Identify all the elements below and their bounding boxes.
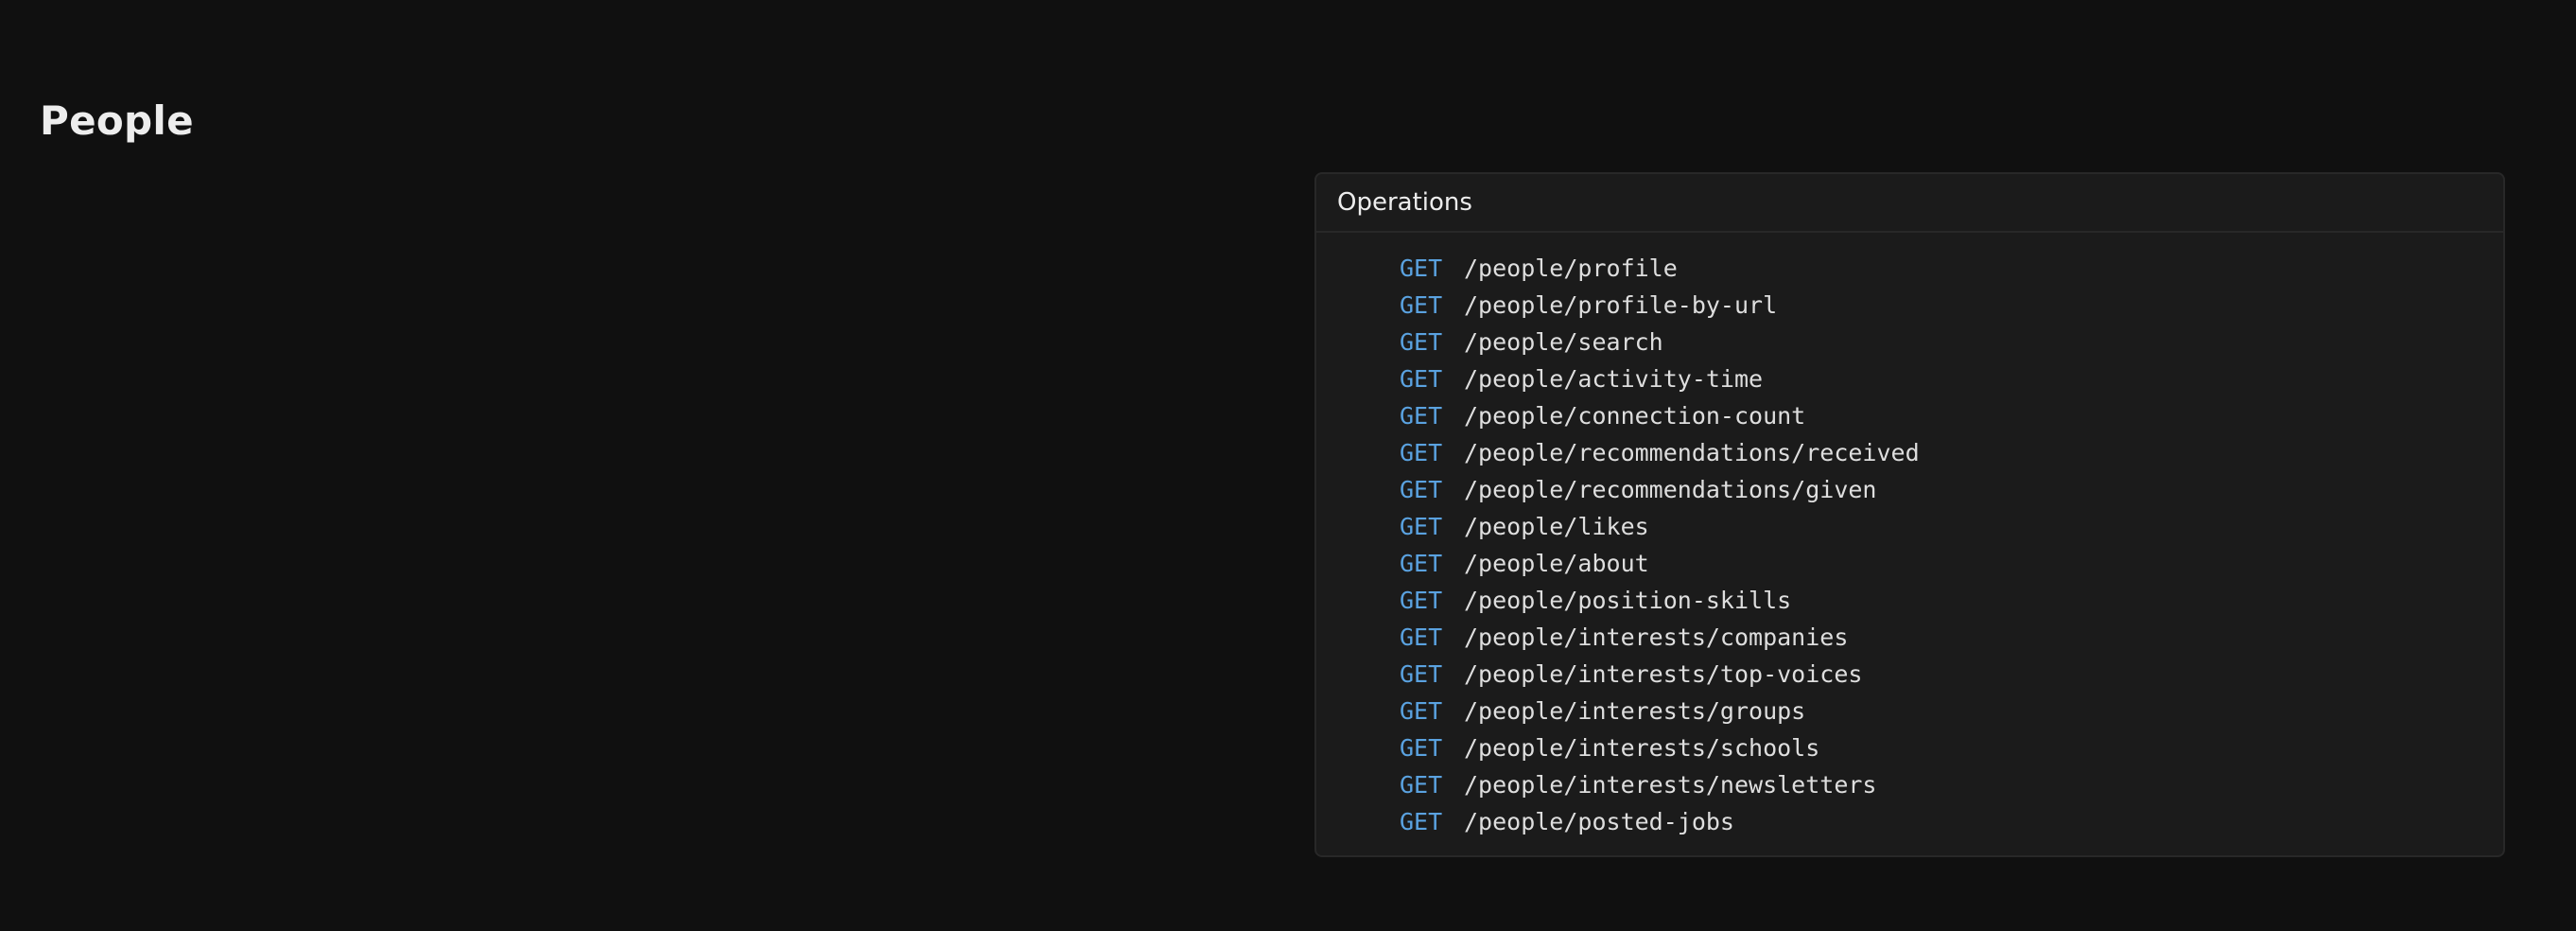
operations-panel: Operations GET/people/profile GET/people… [1314, 172, 2505, 857]
endpoint-path: /people/profile [1464, 255, 1678, 282]
endpoint-path: /people/activity-time [1464, 365, 1764, 393]
endpoint-path: /people/interests/schools [1464, 734, 1820, 762]
endpoint-path: /people/posted-jobs [1464, 808, 1734, 835]
page-title: People [40, 97, 194, 144]
http-method-label: GET [1400, 624, 1443, 651]
http-method-label: GET [1400, 291, 1443, 319]
endpoint-path: /people/profile-by-url [1464, 291, 1778, 319]
http-method-label: GET [1400, 550, 1443, 577]
http-method-label: GET [1400, 365, 1443, 393]
endpoint-path: /people/position-skills [1464, 587, 1792, 614]
http-method-label: GET [1400, 808, 1443, 835]
http-method-label: GET [1400, 734, 1443, 762]
operation-item[interactable]: GET/people/likes [1400, 508, 2503, 545]
http-method-label: GET [1400, 328, 1443, 356]
operation-item[interactable]: GET/people/interests/newsletters [1400, 766, 2503, 803]
http-method-label: GET [1400, 660, 1443, 688]
operation-item[interactable]: GET/people/activity-time [1400, 360, 2503, 397]
operation-item[interactable]: GET/people/interests/schools [1400, 729, 2503, 766]
operation-item[interactable]: GET/people/about [1400, 545, 2503, 582]
operation-item[interactable]: GET/people/profile-by-url [1400, 287, 2503, 324]
endpoint-path: /people/likes [1464, 513, 1649, 540]
operation-item[interactable]: GET/people/recommendations/received [1400, 434, 2503, 471]
operation-item[interactable]: GET/people/recommendations/given [1400, 471, 2503, 508]
http-method-label: GET [1400, 697, 1443, 725]
endpoint-path: /people/recommendations/given [1464, 476, 1877, 503]
endpoint-path: /people/search [1464, 328, 1663, 356]
operation-item[interactable]: GET/people/position-skills [1400, 582, 2503, 619]
endpoint-path: /people/interests/companies [1464, 624, 1849, 651]
endpoint-path: /people/interests/groups [1464, 697, 1806, 725]
operation-item[interactable]: GET/people/profile [1400, 250, 2503, 287]
endpoint-path: /people/connection-count [1464, 402, 1806, 430]
operations-header: Operations [1316, 174, 2503, 233]
operation-item[interactable]: GET/people/posted-jobs [1400, 803, 2503, 840]
operation-item[interactable]: GET/people/interests/top-voices [1400, 656, 2503, 693]
http-method-label: GET [1400, 402, 1443, 430]
endpoint-path: /people/interests/top-voices [1464, 660, 1863, 688]
http-method-label: GET [1400, 513, 1443, 540]
endpoint-path: /people/recommendations/received [1464, 439, 1920, 466]
operation-item[interactable]: GET/people/interests/companies [1400, 619, 2503, 656]
operations-list: GET/people/profile GET/people/profile-by… [1316, 233, 2503, 840]
http-method-label: GET [1400, 587, 1443, 614]
operation-item[interactable]: GET/people/search [1400, 324, 2503, 360]
endpoint-path: /people/interests/newsletters [1464, 771, 1877, 799]
http-method-label: GET [1400, 476, 1443, 503]
operation-item[interactable]: GET/people/interests/groups [1400, 693, 2503, 729]
operation-item[interactable]: GET/people/connection-count [1400, 397, 2503, 434]
operations-header-label: Operations [1337, 188, 1472, 217]
http-method-label: GET [1400, 771, 1443, 799]
endpoint-path: /people/about [1464, 550, 1649, 577]
http-method-label: GET [1400, 439, 1443, 466]
http-method-label: GET [1400, 255, 1443, 282]
